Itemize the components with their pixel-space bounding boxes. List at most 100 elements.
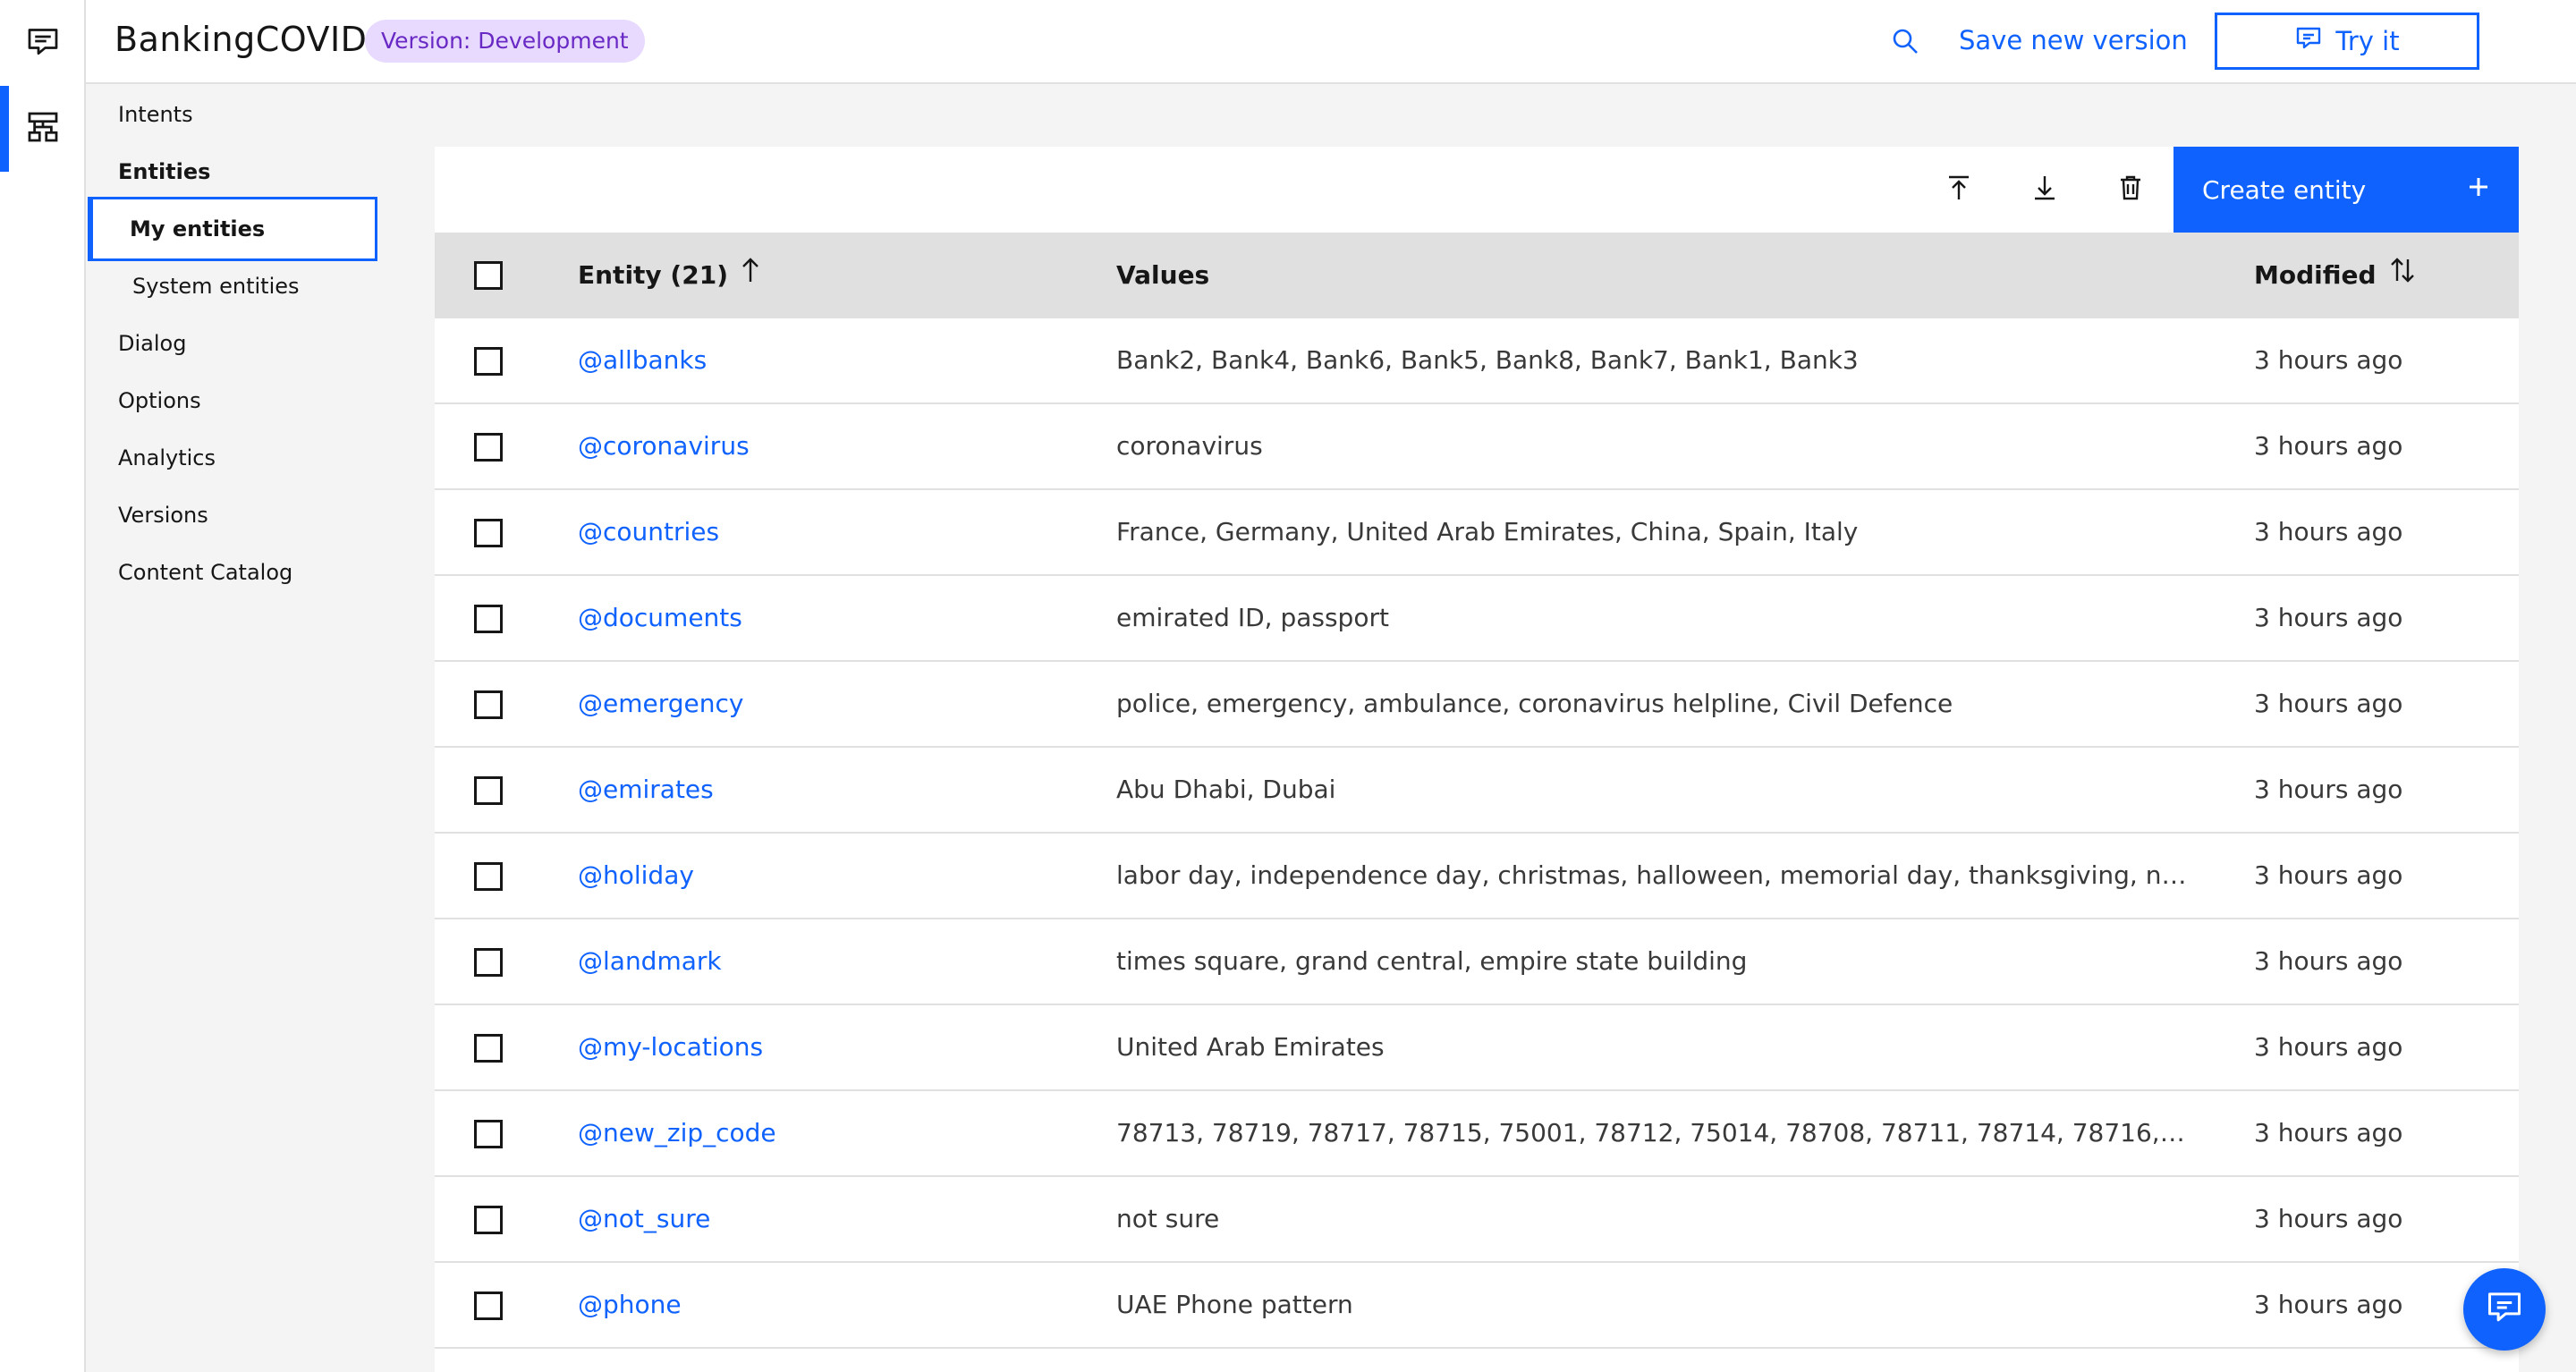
table-toolbar: Create entity [435,147,2519,233]
sort-ascending-icon [741,233,760,318]
column-header-entity[interactable]: Entity (21) [578,233,760,318]
row-checkbox[interactable] [474,347,503,376]
nav-options[interactable]: Options [118,388,201,413]
entity-values: Abu Dhabi, Dubai [1116,775,1336,804]
upload-button[interactable] [1937,168,1980,211]
row-checkbox[interactable] [474,776,503,805]
sort-both-icon [2389,233,2416,318]
entity-link[interactable]: @emirates [578,748,1079,832]
table-row[interactable]: @landmark times square, grand central, em… [435,919,2519,1005]
entities-table-panel: Create entity Entity (21) Values Modifie… [435,147,2519,1372]
table-row[interactable]: @emergency police, emergency, ambulance, … [435,662,2519,748]
entity-link[interactable]: @landmark [578,919,1079,1004]
modified-time: 3 hours ago [2254,603,2403,632]
column-header-values: Values [1116,260,1210,290]
modified-time: 3 hours ago [2254,345,2403,375]
try-it-button[interactable]: Try it [2215,13,2479,70]
left-rail [0,0,86,1372]
nav-entities[interactable]: Entities [118,159,210,184]
modified-time: 3 hours ago [2254,860,2403,890]
row-checkbox[interactable] [474,690,503,719]
row-checkbox[interactable] [474,1034,503,1063]
nav-my-entities[interactable]: My entities [88,197,377,261]
entity-link[interactable]: @phone [578,1263,1079,1347]
entity-link[interactable]: @emergency [578,662,1079,746]
entity-values: France, Germany, United Arab Emirates, C… [1116,517,1859,546]
entity-link[interactable]: @countries [578,490,1079,574]
entity-values: coronavirus [1116,431,1263,461]
table-header: Entity (21) Values Modified [435,233,2519,318]
nav-dialog[interactable]: Dialog [118,331,186,356]
table-row[interactable]: @new_zip_code 78713, 78719, 78717, 78715,… [435,1091,2519,1177]
entity-link[interactable]: @coronavirus [578,404,1079,488]
entity-link[interactable]: @not_sure [578,1177,1079,1261]
nav-versions[interactable]: Versions [118,503,208,528]
modified-time: 3 hours ago [2254,775,2403,804]
entity-link[interactable]: @allbanks [578,318,1079,402]
entity-link[interactable]: @new_zip_code [578,1091,1079,1175]
entity-link[interactable]: @holiday [578,834,1079,918]
row-checkbox[interactable] [474,1206,503,1234]
table-row[interactable]: @allbanks Bank2, Bank4, Bank6, Bank5, Ban… [435,318,2519,404]
modified-time: 3 hours ago [2254,431,2403,461]
version-tag[interactable]: Version: Development [365,20,645,63]
plus-icon [2467,175,2490,205]
modified-time: 3 hours ago [2254,689,2403,718]
row-checkbox[interactable] [474,1292,503,1320]
row-checkbox[interactable] [474,1120,503,1148]
download-button[interactable] [2023,168,2066,211]
search-button[interactable] [1885,23,1925,63]
chat-rail-button[interactable] [0,0,86,86]
download-icon [2030,174,2059,207]
table-row[interactable]: @my-locations United Arab Emirates 3 hours… [435,1005,2519,1091]
column-header-modified[interactable]: Modified [2254,233,2416,318]
column-modified-label: Modified [2254,260,2377,290]
column-entity-label: Entity (21) [578,260,728,290]
entity-values: police, emergency, ambulance, coronaviru… [1116,689,1953,718]
modified-time: 3 hours ago [2254,1032,2403,1062]
row-checkbox[interactable] [474,433,503,462]
save-new-version-link[interactable]: Save new version [1959,25,2188,55]
nav-analytics[interactable]: Analytics [118,445,216,470]
modified-time: 3 hours ago [2254,946,2403,976]
chat-launcher-button[interactable] [2463,1268,2546,1351]
entity-values: times square, grand central, empire stat… [1116,946,1748,976]
modified-time: 3 hours ago [2254,517,2403,546]
entity-values: Bank2, Bank4, Bank6, Bank5, Bank8, Bank7… [1116,345,1859,375]
skills-rail-button[interactable] [0,86,86,172]
trash-icon [2116,174,2145,207]
row-checkbox[interactable] [474,862,503,891]
table-row[interactable]: @holiday labor day, independence day, chr… [435,834,2519,919]
app-title: BankingCOVID [114,20,368,59]
entity-link[interactable]: @my-locations [578,1005,1079,1089]
table-row[interactable]: @coronavirus coronavirus 3 hours ago [435,404,2519,490]
table-row[interactable]: @documents emirated ID, passport 3 hours a… [435,576,2519,662]
entity-values: 78713, 78719, 78717, 78715, 75001, 78712… [1116,1118,2190,1148]
top-header: BankingCOVID Version: Development Save n… [86,0,2576,84]
table-row[interactable]: @countries France, Germany, United Arab E… [435,490,2519,576]
create-entity-label: Create entity [2202,174,2367,205]
row-checkbox[interactable] [474,948,503,977]
row-checkbox[interactable] [474,605,503,633]
search-icon [1891,27,1919,60]
nav-intents[interactable]: Intents [118,102,193,127]
nav-system-entities[interactable]: System entities [132,274,300,299]
nav-content-catalog[interactable]: Content Catalog [118,560,292,585]
entity-values: United Arab Emirates [1116,1032,1385,1062]
entity-values: labor day, independence day, christmas, … [1116,860,2190,890]
modified-time: 3 hours ago [2254,1204,2403,1233]
entity-values: UAE Phone pattern [1116,1290,1353,1319]
table-row[interactable]: @not_sure not sure 3 hours ago [435,1177,2519,1263]
select-all-checkbox[interactable] [474,261,503,290]
table-row[interactable]: @emirates Abu Dhabi, Dubai 3 hours ago [435,748,2519,834]
chat-icon [25,23,61,64]
delete-button[interactable] [2109,168,2152,211]
skills-tree-icon [25,109,61,149]
chat-bubble-icon [2294,24,2323,59]
entity-link[interactable]: @documents [578,576,1079,660]
row-checkbox[interactable] [474,519,503,547]
create-entity-button[interactable]: Create entity [2174,147,2519,233]
chat-launcher-icon [2485,1288,2524,1332]
table-row[interactable]: @phone UAE Phone pattern 3 hours ago [435,1263,2519,1349]
modified-time: 3 hours ago [2254,1118,2403,1148]
